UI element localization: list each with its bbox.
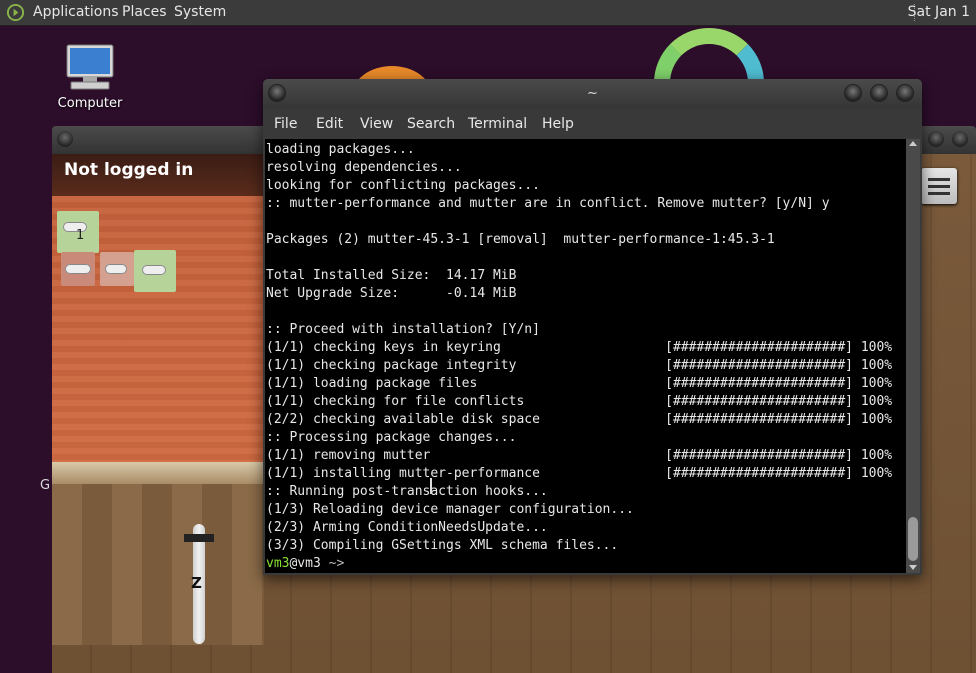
maximize-button[interactable] bbox=[871, 85, 887, 101]
tile[interactable] bbox=[134, 250, 176, 292]
terminal-line: Net Upgrade Size: -0.14 MiB bbox=[266, 286, 517, 301]
game-floor bbox=[52, 462, 264, 645]
terminal-line: :: mutter-performance and mutter are in … bbox=[266, 196, 830, 211]
text-cursor-icon bbox=[430, 478, 432, 494]
menu-search[interactable]: Search bbox=[407, 116, 455, 132]
menu-bar-icon bbox=[928, 192, 950, 195]
zoom-label: Z bbox=[191, 574, 202, 592]
window-button[interactable] bbox=[952, 131, 968, 147]
terminal-output: loading packages... resolving dependencie… bbox=[266, 141, 892, 573]
scrollbar-thumb[interactable] bbox=[908, 517, 918, 561]
terminal-line: (1/1) loading package files [###########… bbox=[266, 376, 893, 391]
terminal-line: (3/3) Compiling GSettings XML schema fil… bbox=[266, 538, 619, 553]
menu-places[interactable]: Places bbox=[122, 4, 167, 20]
tile[interactable] bbox=[61, 252, 95, 286]
board-rim bbox=[52, 462, 264, 484]
tile-number: 1 bbox=[76, 228, 85, 243]
zoom-slider-handle[interactable] bbox=[184, 534, 214, 542]
clock[interactable]: Sat Jan 1 bbox=[908, 4, 970, 20]
terminal-line: looking for conflicting packages... bbox=[266, 178, 540, 193]
terminal-prompt[interactable]: vm3@vm3 ~> bbox=[266, 555, 892, 573]
scroll-down-arrow-icon[interactable] bbox=[909, 565, 917, 570]
terminal-line: :: Processing package changes... bbox=[266, 430, 517, 445]
scroll-up-arrow-icon[interactable] bbox=[909, 141, 917, 146]
menu-view[interactable]: View bbox=[360, 116, 393, 132]
menu-bar-icon bbox=[928, 185, 950, 188]
desktop-icon-label: Computer bbox=[57, 96, 123, 111]
menu-help[interactable]: Help bbox=[542, 116, 574, 132]
menu-edit[interactable]: Edit bbox=[316, 116, 343, 132]
minimize-button[interactable] bbox=[845, 85, 861, 101]
close-button[interactable] bbox=[897, 85, 913, 101]
terminal-line: (1/3) Reloading device manager configura… bbox=[266, 502, 634, 517]
window-menu-button[interactable] bbox=[57, 131, 73, 147]
menu-file[interactable]: File bbox=[274, 116, 297, 132]
applications-logo-icon[interactable] bbox=[6, 3, 25, 22]
game-board[interactable]: Not logged in 1 bbox=[52, 154, 264, 490]
terminal-line: (1/1) checking package integrity [######… bbox=[266, 358, 893, 373]
menu-system[interactable]: System bbox=[174, 4, 226, 20]
window-title: ~ bbox=[587, 86, 598, 101]
terminal-line: (1/1) removing mutter [#################… bbox=[266, 448, 893, 463]
terminal-line: (1/1) checking keys in keyring [########… bbox=[266, 340, 893, 355]
terminal-titlebar[interactable]: ~ bbox=[263, 79, 922, 109]
prompt-host: @vm3 bbox=[289, 556, 321, 571]
terminal-window[interactable]: ~ File Edit View Search Terminal Help lo… bbox=[263, 79, 922, 575]
terminal-line: :: Running post-transaction hooks... bbox=[266, 484, 548, 499]
top-panel: Applications Places System Sat Jan 1 bbox=[0, 0, 976, 26]
desktop-icon-computer[interactable]: Computer bbox=[52, 44, 128, 111]
computer-icon bbox=[66, 44, 114, 90]
login-status: Not logged in bbox=[64, 160, 194, 180]
prompt-directory: ~> bbox=[320, 556, 345, 571]
menu-terminal[interactable]: Terminal bbox=[468, 116, 527, 132]
hamburger-menu-button[interactable] bbox=[921, 168, 957, 204]
terminal-scrollbar[interactable] bbox=[906, 139, 920, 573]
terminal-line: Total Installed Size: 14.17 MiB bbox=[266, 268, 517, 283]
menu-applications[interactable]: Applications bbox=[33, 4, 119, 20]
bullet-icon bbox=[105, 264, 127, 274]
window-button[interactable] bbox=[928, 131, 944, 147]
terminal-line: (1/1) installing mutter-performance [###… bbox=[266, 466, 893, 481]
terminal-screen[interactable]: loading packages... resolving dependencie… bbox=[265, 139, 906, 573]
pointer-icon bbox=[142, 265, 166, 275]
terminal-line: Packages (2) mutter-45.3-1 [removal] mut… bbox=[266, 232, 775, 247]
side-label: G bbox=[40, 478, 51, 493]
prompt-user: vm3 bbox=[266, 556, 290, 571]
menu-bar-icon bbox=[928, 178, 950, 181]
terminal-line: (1/1) checking for file conflicts [#####… bbox=[266, 394, 893, 409]
board-header: Not logged in bbox=[52, 154, 264, 196]
terminal-line: resolving dependencies... bbox=[266, 160, 462, 175]
terminal-menubar: File Edit View Search Terminal Help bbox=[263, 109, 922, 137]
tile[interactable] bbox=[100, 252, 134, 286]
terminal-line: :: Proceed with installation? [Y/n] bbox=[266, 322, 540, 337]
terminal-line: (2/3) Arming ConditionNeedsUpdate... bbox=[266, 520, 548, 535]
terminal-line: (2/2) checking available disk space [###… bbox=[266, 412, 893, 427]
tile-selected[interactable]: 1 bbox=[57, 211, 99, 253]
terminal-line: loading packages... bbox=[266, 142, 415, 157]
wrench-icon bbox=[65, 264, 91, 274]
